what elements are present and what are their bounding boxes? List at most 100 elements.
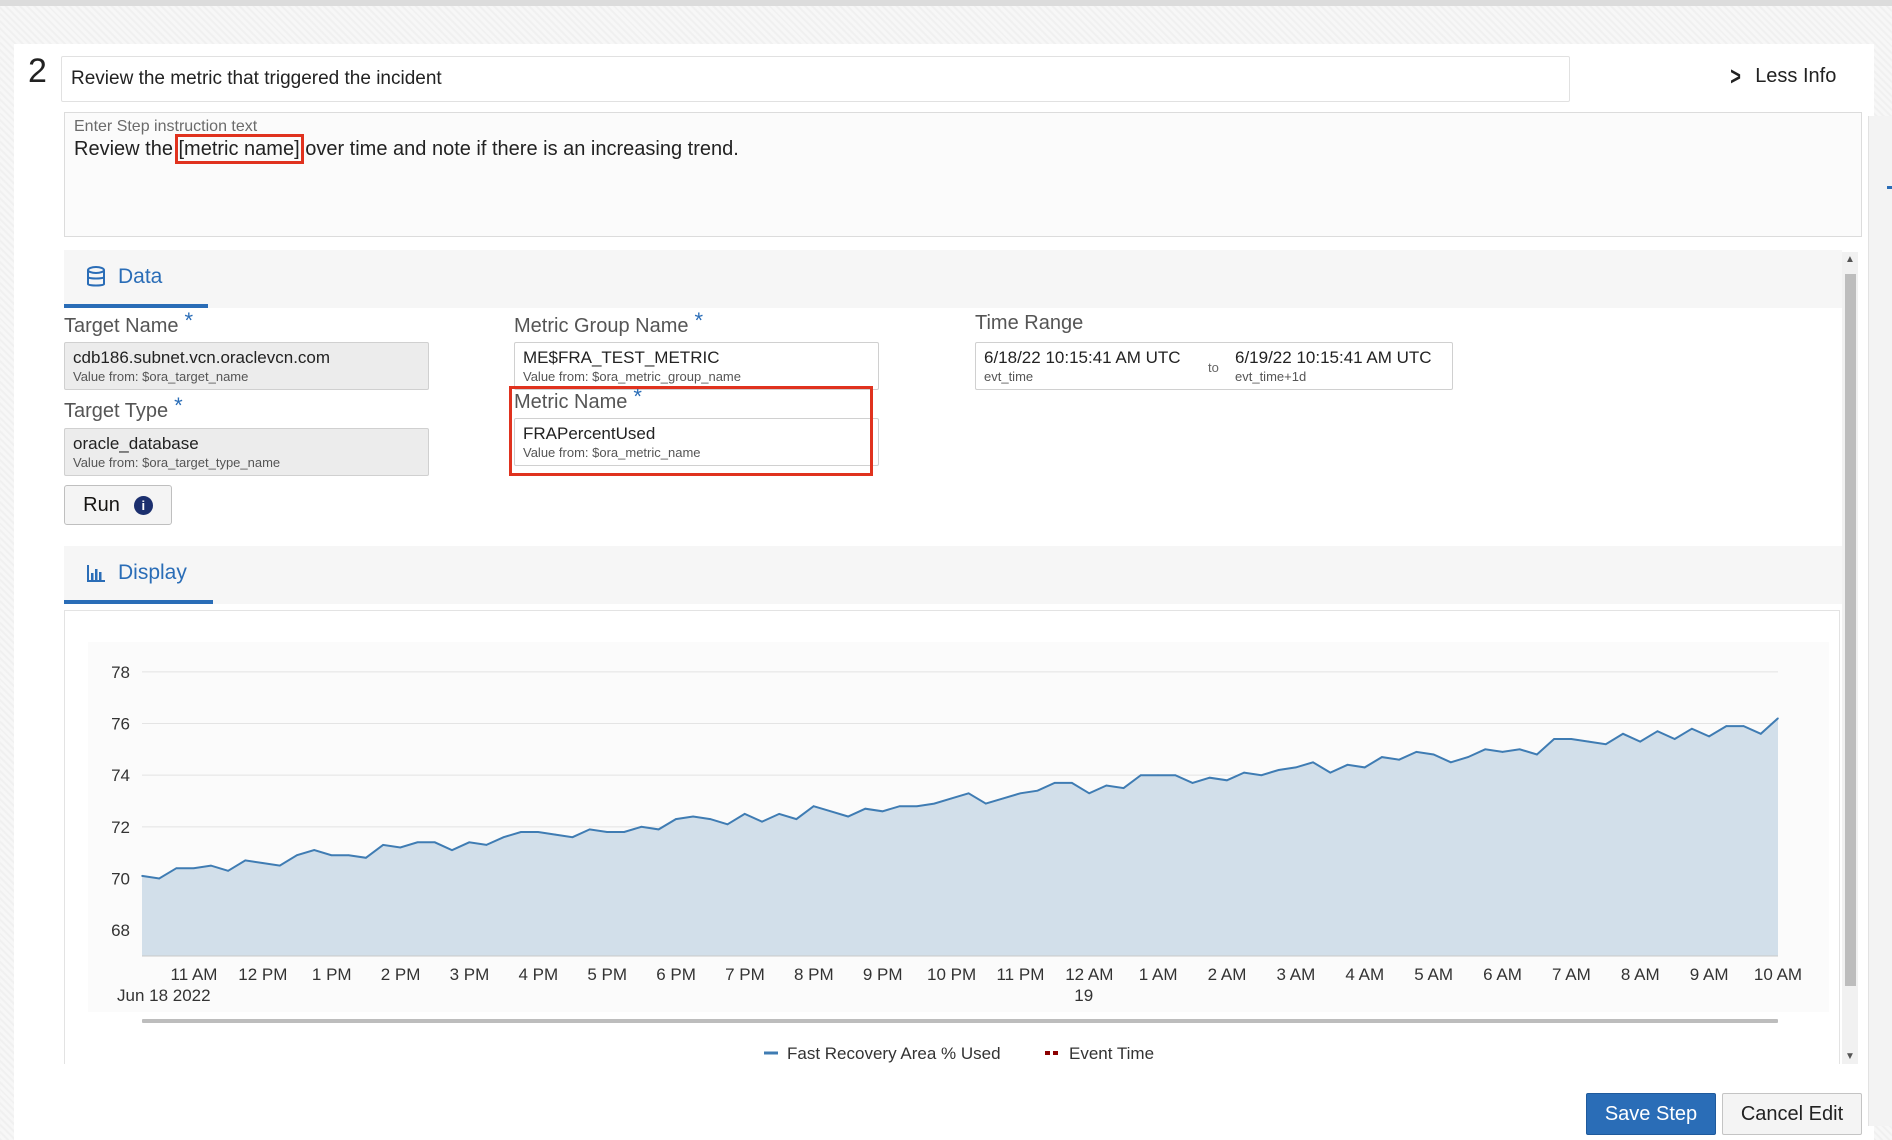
y-tick-label: 68 — [111, 921, 130, 940]
target-type-source: Value from: $ora_target_type_name — [73, 455, 281, 470]
tab-data-label: Data — [118, 265, 163, 288]
target-name-value: cdb186.subnet.vcn.oraclevcn.com — [73, 348, 331, 367]
x-tick-label: 8 AM — [1621, 965, 1660, 984]
info-icon[interactable]: i — [133, 495, 153, 515]
data-point — [1295, 766, 1297, 769]
data-point — [1088, 792, 1090, 795]
legend-label-event-time: Event Time — [1069, 1044, 1154, 1063]
chevron-right-icon: > — [1730, 60, 1741, 91]
x-tick-label: 2 PM — [381, 965, 421, 984]
save-step-button[interactable]: Save Step — [1586, 1093, 1716, 1135]
data-point — [709, 818, 712, 820]
data-point — [365, 857, 367, 859]
metric-group-name-label: Metric Group Name * — [514, 308, 704, 337]
time-range-field[interactable]: 6/18/22 10:15:41 AM UTC evt_time to 6/19… — [975, 342, 1453, 390]
data-point — [1708, 735, 1710, 738]
cancel-edit-button[interactable]: Cancel Edit — [1722, 1093, 1862, 1135]
data-point — [1157, 774, 1159, 776]
step-number: 2 — [28, 52, 47, 90]
data-point — [1346, 764, 1349, 766]
x-tick-label: 1 PM — [312, 965, 352, 984]
chart-svg: 68 70 72 74 76 78 11 AM 12 PM 1 PM 2 PM 3 PM 4 PM 5 … — [88, 642, 1829, 1063]
data-point — [1639, 740, 1641, 743]
data-point — [1622, 733, 1624, 735]
data-point — [1208, 776, 1211, 779]
data-point — [227, 870, 229, 872]
display-tab-bar: Display — [64, 546, 1842, 604]
data-point — [1260, 774, 1263, 776]
metric-name-highlight — [509, 386, 873, 476]
target-name-field[interactable]: cdb186.subnet.vcn.oraclevcn.com Value fr… — [64, 342, 429, 390]
scroll-down-icon[interactable]: ▼ — [1845, 1051, 1855, 1062]
data-point — [434, 841, 436, 844]
scrollbar-thumb[interactable] — [1845, 274, 1856, 986]
bar-chart-icon — [87, 565, 105, 582]
time-range-to[interactable]: 6/19/22 10:15:41 AM UTC evt_time+1d — [1235, 348, 1432, 384]
tab-display-label: Display — [118, 561, 187, 584]
data-point — [881, 810, 884, 813]
y-tick-label: 74 — [111, 766, 130, 785]
x-tick-label: 7 PM — [725, 965, 765, 984]
data-point — [1053, 782, 1056, 784]
data-point — [1122, 787, 1125, 789]
x-tick-label: 6 PM — [656, 965, 696, 984]
data-point — [1381, 756, 1383, 758]
data-point — [761, 820, 763, 823]
data-point — [1363, 766, 1366, 769]
step-config-panel: Data Target Name * cdb186.subnet.vcn.orac… — [64, 250, 1842, 1064]
legend-label-fra: Fast Recovery Area % Used — [787, 1044, 1001, 1063]
data-point — [1518, 748, 1521, 751]
time-range-from-source: evt_time — [984, 369, 1034, 384]
scroll-up-icon[interactable]: ▲ — [1845, 254, 1855, 265]
x-tick-label: 5 PM — [587, 965, 627, 984]
chart-overview-bar — [142, 1019, 1778, 1023]
tab-display[interactable]: Display — [64, 546, 213, 604]
data-point — [520, 831, 522, 833]
x-tick-label: 8 PM — [794, 965, 834, 984]
data-point — [726, 823, 729, 826]
data-point — [657, 828, 660, 831]
step-title-input[interactable]: Review the metric that triggered the inc… — [61, 56, 1570, 102]
data-point — [382, 844, 384, 846]
data-point — [778, 813, 780, 815]
data-point — [1277, 769, 1280, 771]
data-point — [1071, 782, 1073, 784]
data-point — [692, 815, 694, 818]
x-tick-label: 9 AM — [1690, 965, 1729, 984]
step-instruction-textarea[interactable]: Enter Step instruction text Review the [… — [64, 112, 1862, 237]
data-point — [1105, 784, 1108, 787]
data-point — [847, 815, 849, 818]
less-info-toggle[interactable]: > Less Info — [1728, 60, 1836, 92]
data-point — [347, 854, 350, 856]
x-tick-label: 11 AM — [171, 965, 218, 984]
data-point — [743, 813, 746, 815]
target-type-field[interactable]: oracle_database Value from: $ora_target_… — [64, 428, 429, 476]
y-tick-label: 78 — [111, 663, 130, 682]
tab-data[interactable]: Data — [64, 250, 208, 308]
data-point — [640, 826, 643, 828]
data-point — [192, 867, 195, 869]
data-point — [1691, 727, 1693, 730]
data-point — [1243, 771, 1245, 774]
data-point — [141, 875, 143, 877]
y-tick-label: 76 — [111, 715, 130, 734]
data-point — [1484, 748, 1486, 751]
less-info-label: Less Info — [1755, 64, 1837, 87]
data-point — [1605, 743, 1607, 745]
data-point — [1191, 782, 1194, 784]
panel-scrollbar[interactable]: ▲ ▼ — [1842, 252, 1858, 1064]
data-point — [830, 810, 832, 813]
side-panel-edge — [1868, 116, 1892, 1126]
metric-name-placeholder: [metric name] — [174, 134, 304, 164]
time-range-from[interactable]: 6/18/22 10:15:41 AM UTC evt_time — [984, 348, 1181, 384]
data-point — [1673, 738, 1676, 740]
time-range-label: Time Range — [975, 312, 1084, 334]
data-point — [588, 828, 591, 831]
data-point — [623, 831, 625, 833]
x-tick-label: 12 PM — [238, 965, 287, 984]
x-tick-label: 7 AM — [1552, 965, 1591, 984]
metric-group-name-field[interactable]: ME$FRA_TEST_METRIC Value from: $ora_metr… — [514, 342, 879, 390]
data-point — [1553, 738, 1555, 740]
run-button[interactable]: Run i — [64, 485, 172, 525]
instruction-text: Review the [metric name] over time and n… — [74, 134, 739, 164]
